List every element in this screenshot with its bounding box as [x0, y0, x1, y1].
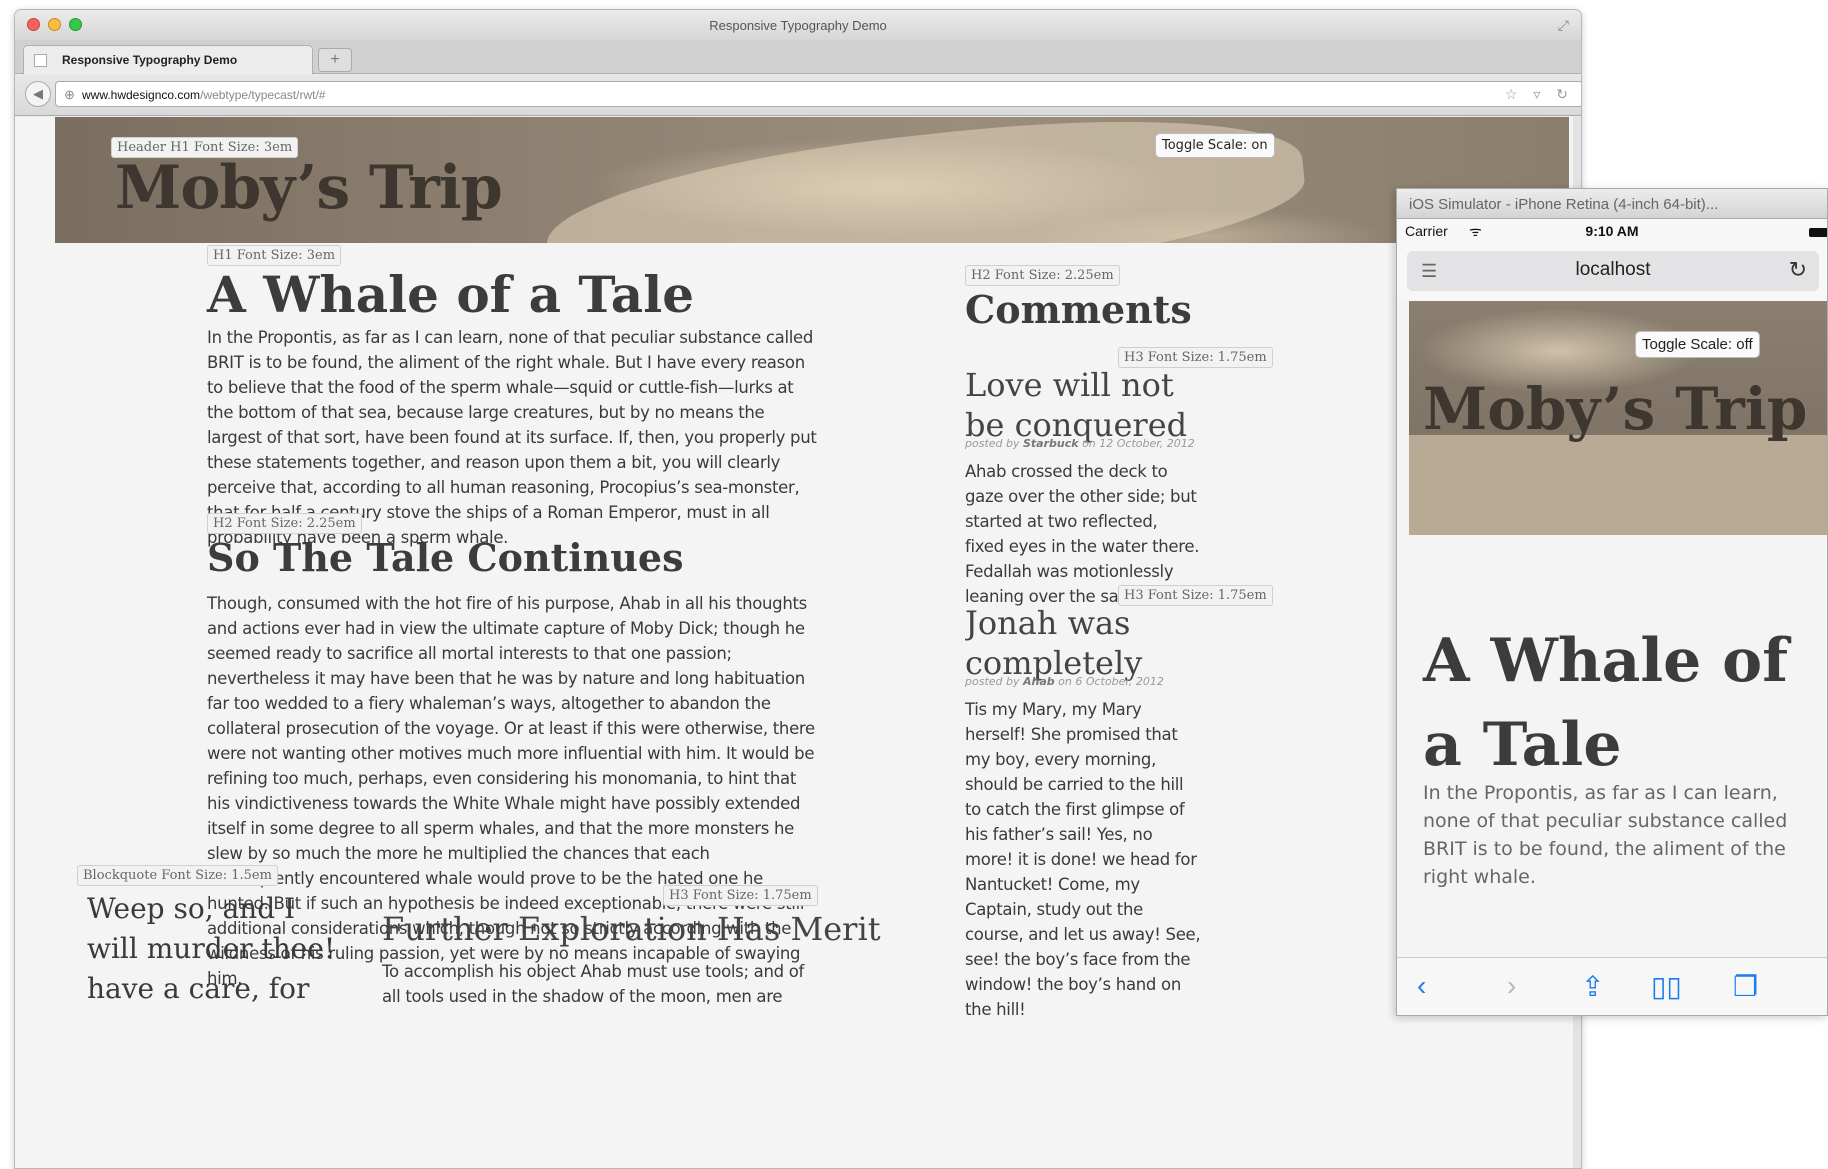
tab-active[interactable]: Responsive Typography Demo [23, 45, 313, 74]
toggle-scale-button[interactable]: Toggle Scale: on [1155, 133, 1275, 158]
section-heading: So The Tale Continues [207, 535, 684, 580]
address-bar[interactable]: ⊕ www.hwdesignco.com/webtype/typecast/rw… [55, 81, 1581, 107]
ios-paragraph: In the Propontis, as far as I can learn,… [1423, 782, 1788, 888]
ios-page-content: Moby’s Trip Toggle Scale: off A Whale of… [1397, 301, 1827, 961]
bookmark-star-icon[interactable]: ☆ ▿ ↻ [1505, 86, 1574, 103]
back-button[interactable]: ◀ [25, 81, 51, 107]
comments-font-size-label: H2 Font Size: 2.25em [965, 265, 1120, 286]
url-domain: www.hwdesignco.com [82, 88, 201, 102]
ios-status-bar: Carrier ᯤ 9:10 AM [1397, 219, 1827, 243]
url-path: /webtype/typecast/rwt/# [200, 88, 326, 102]
url-text[interactable]: www.hwdesignco.com/webtype/typecast/rwt/… [82, 88, 325, 102]
bookmarks-icon[interactable]: ▯▯ [1651, 970, 1682, 1003]
article-title: A Whale of a Tale [207, 265, 695, 324]
comment-2-meta: posted by Ahab on 6 October, 2012 [965, 675, 1164, 688]
comment-1-title: Love will not be conquered [965, 366, 1188, 444]
comment-2-meta-prefix: posted by [965, 675, 1023, 688]
blockquote-font-size-label: Blockquote Font Size: 1.5em [77, 865, 278, 886]
share-icon[interactable]: ⇪ [1581, 970, 1604, 1003]
page-viewport: Header H1 Font Size: 3em Moby’s Trip Tog… [15, 117, 1581, 1168]
tab-title: Responsive Typography Demo [62, 53, 238, 67]
battery-icon [1809, 228, 1827, 237]
h3-font-size-label: H3 Font Size: 1.75em [663, 885, 818, 906]
ios-header-title: Moby’s Trip [1423, 375, 1808, 443]
page-icon [34, 54, 47, 67]
comments-heading: Comments [965, 287, 1192, 332]
forward-icon[interactable]: › [1507, 970, 1516, 1002]
h1-font-size-label: H1 Font Size: 3em [207, 245, 342, 266]
simulator-titlebar: iOS Simulator - iPhone Retina (4-inch 64… [1397, 189, 1827, 219]
simulator-title: iOS Simulator - iPhone Retina (4-inch 64… [1409, 196, 1719, 213]
page-header: Header H1 Font Size: 3em Moby’s Trip Tog… [55, 117, 1569, 243]
window-titlebar: Responsive Typography Demo ⤢ [15, 10, 1581, 40]
ios-address-bar[interactable]: ☰ localhost ↻ [1407, 251, 1819, 291]
comment-1-date: on 12 October, 2012 [1078, 437, 1195, 450]
reload-icon[interactable]: ↻ [1789, 257, 1807, 283]
comment-1-meta: posted by Starbuck on 12 October, 2012 [965, 437, 1195, 450]
comment-1-author[interactable]: Starbuck [1023, 437, 1079, 450]
comment-1-meta-prefix: posted by [965, 437, 1023, 450]
subsection-heading: Further Exploration Has Merit [382, 910, 881, 948]
globe-icon: ⊕ [64, 87, 75, 102]
blockquote: Weep so, and I will murder thee! have a … [87, 892, 336, 1005]
ios-simulator-window: iOS Simulator - iPhone Retina (4-inch 64… [1396, 188, 1828, 1016]
ios-toggle-scale-button[interactable]: Toggle Scale: off [1635, 331, 1760, 358]
h2-font-size-label: H2 Font Size: 2.25em [207, 513, 362, 534]
ios-page-header: Moby’s Trip Toggle Scale: off [1409, 301, 1827, 535]
new-tab-button[interactable]: + [318, 48, 352, 72]
ios-url[interactable]: localhost [1407, 259, 1819, 281]
window-title: Responsive Typography Demo [709, 18, 887, 33]
tab-bar: Responsive Typography Demo + [15, 40, 1581, 74]
browser-window: Responsive Typography Demo ⤢ Responsive … [14, 9, 1582, 1169]
ios-toolbar: ‹ › ⇪ ▯▯ ❐ [1397, 957, 1827, 1015]
comment-2-author[interactable]: Ahab [1023, 675, 1055, 688]
tabs-icon[interactable]: ❐ [1733, 970, 1758, 1003]
fullscreen-icon[interactable]: ⤢ [1558, 17, 1569, 34]
paragraph-3: To accomplish his object Ahab must use t… [382, 962, 805, 1006]
ios-article-title: A Whale of a Tale [1423, 626, 1789, 780]
comment-2-body: Tis my Mary, my Mary herself! She promis… [965, 700, 1201, 1019]
header-title: Moby’s Trip [115, 153, 503, 223]
back-icon[interactable]: ‹ [1417, 970, 1426, 1002]
browser-toolbar: ◀ ⊕ www.hwdesignco.com/webtype/typecast/… [15, 74, 1581, 116]
status-time: 9:10 AM [1585, 223, 1639, 239]
comment-2-title: Jonah was completely wrong [965, 604, 1143, 682]
comment-2-date: on 6 October, 2012 [1054, 675, 1164, 688]
